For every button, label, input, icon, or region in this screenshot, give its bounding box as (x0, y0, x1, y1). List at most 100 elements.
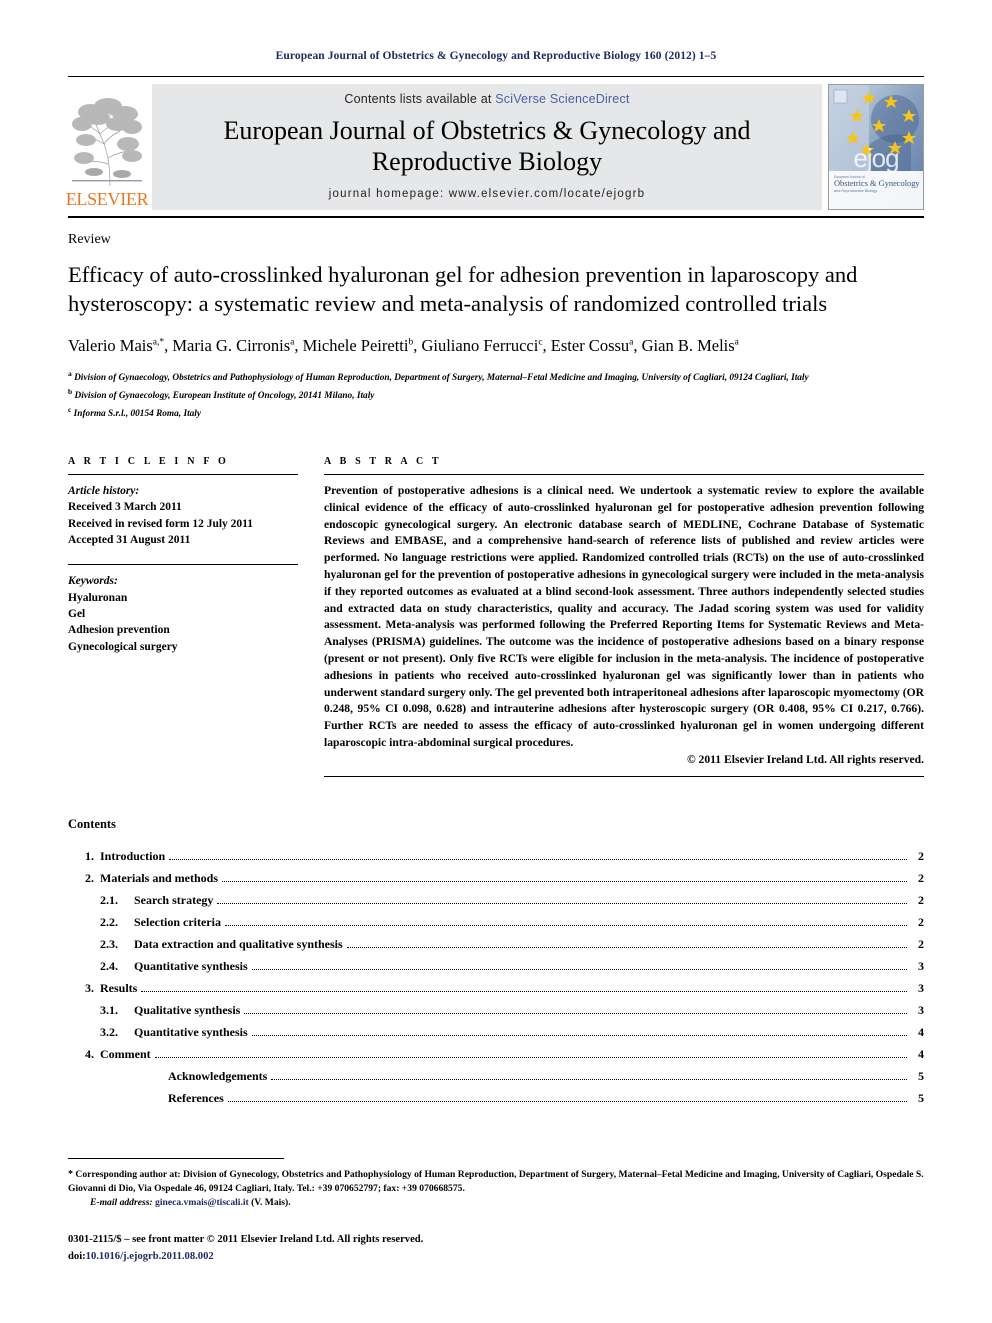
contents-entry-label[interactable]: Comment (100, 1048, 151, 1060)
article-history-entry: Received 3 March 2011 (68, 501, 182, 514)
contents-entry-page: 3 (918, 958, 924, 973)
abstract-copyright: © 2011 Elsevier Ireland Ltd. All rights … (687, 752, 924, 766)
contents-leader-dots (271, 1078, 907, 1080)
contents-leader-dots (222, 880, 907, 882)
article-history-label: Article history: (68, 485, 140, 498)
contents-entry-page: 5 (918, 1090, 924, 1105)
article-info-heading: A R T I C L E I N F O (68, 456, 229, 468)
footnote-text: * Corresponding author at: Division of G… (68, 1168, 924, 1210)
contents-entry[interactable]: 4. Comment 4 (68, 1048, 924, 1062)
title-block: Review Efficacy of auto-crosslinked hyal… (68, 218, 924, 422)
doi-line: doi:10.1016/j.ejogrb.2011.08.002 (68, 1249, 924, 1265)
contents-entry[interactable]: 3. Results 3 (68, 982, 924, 996)
contents-entry-subnumber: 2.2. (100, 914, 118, 929)
contents-entry[interactable]: 1. Introduction 2 (68, 850, 924, 864)
contents-entry-label[interactable]: Data extraction and qualitative synthesi… (134, 938, 343, 950)
keywords-rule (68, 564, 298, 566)
contents-entry-label[interactable]: Qualitative synthesis (134, 1004, 240, 1016)
journal-title: European Journal of Obstetrics & Gynecol… (223, 116, 750, 177)
journal-cover-thumbnail[interactable]: ejog European Journal of Obstetrics & Gy… (828, 84, 924, 210)
email-link[interactable]: gineca.vmais@tiscali.it (155, 1197, 249, 1208)
author-affiliation-marker: b (408, 337, 414, 347)
contents-entry-number: 4. (85, 1046, 94, 1061)
contents-entry[interactable]: 2.3. Data extraction and qualitative synt… (68, 938, 924, 952)
journal-title-line-2: Reproductive Biology (371, 147, 603, 176)
contents-entry-subnumber: 2.4. (100, 958, 118, 973)
article-info-rule (68, 474, 298, 476)
elsevier-logo: ELSEVIER (66, 84, 149, 210)
email-address-label: E-mail address: (90, 1197, 153, 1209)
svg-text:and Reproductive Biology: and Reproductive Biology (834, 189, 877, 193)
contents-entry-label[interactable]: Selection criteria (134, 916, 221, 928)
contents-entry[interactable]: 3.2. Quantitative synthesis 4 (68, 1026, 924, 1040)
sciencedirect-link[interactable]: SciVerse ScienceDirect (495, 92, 629, 106)
keyword-entry: Adhesion prevention (68, 624, 170, 637)
contents-entry[interactable]: 2. Materials and methods 2 (68, 872, 924, 886)
article-history-entry: Received in revised form 12 July 2011 (68, 517, 254, 530)
abstract-column: A B S T R A C T Prevention of postoperat… (324, 456, 924, 777)
contents-entry-label[interactable]: References (134, 1092, 224, 1104)
info-and-abstract: A R T I C L E I N F O Article history: R… (68, 456, 924, 777)
journal-banner: Contents lists available at SciVerse Sci… (152, 84, 822, 210)
contents-entry[interactable]: References 5 (68, 1092, 924, 1106)
contents-entry-label[interactable]: Search strategy (134, 894, 213, 906)
author-name: Michele Peiretti (302, 335, 409, 355)
contents-heading: Contents (68, 816, 116, 831)
contents-entry[interactable]: 2.2. Selection criteria 2 (68, 916, 924, 930)
contents-entry-page: 2 (918, 848, 924, 863)
doi-link[interactable]: 10.1016/j.ejogrb.2011.08.002 (86, 1251, 214, 1262)
contents-entry-label[interactable]: Introduction (100, 850, 165, 862)
journal-title-line-1: European Journal of Obstetrics & Gynecol… (223, 116, 751, 146)
contents-leader-dots (154, 1056, 907, 1058)
svg-text:Obstetrics & Gynecology: Obstetrics & Gynecology (834, 179, 920, 188)
keyword-lines: Hyaluronan Gel Adhesion prevention Gynecolo… (68, 590, 298, 655)
contents-entry-page: 4 (918, 1024, 924, 1039)
contents-entry[interactable]: 3.1. Qualitative synthesis 3 (68, 1004, 924, 1018)
affiliation-text: Division of Gynaecology, European Instit… (72, 391, 375, 402)
affiliation-text: Informa S.r.l., 00154 Roma, Italy (71, 409, 202, 420)
contents-entry-number: 1. (85, 848, 94, 863)
contents-entry-label[interactable]: Quantitative synthesis (134, 960, 248, 972)
contents-entry-label[interactable]: Quantitative synthesis (134, 1026, 248, 1038)
keywords-label: Keywords: (68, 575, 118, 588)
svg-text:ejog: ejog (853, 143, 898, 173)
abstract-top-rule (324, 474, 924, 476)
contents-leader-dots (346, 946, 907, 948)
journal-masthead: ELSEVIER Contents lists available at Sci… (66, 76, 924, 210)
affiliation-list: a Division of Gynaecology, Obstetrics an… (68, 368, 924, 422)
contents-leader-dots (141, 990, 907, 992)
author-affiliation-marker: a,* (152, 337, 165, 347)
footnote-star-marker: * (68, 1168, 73, 1180)
author-name: Giuliano Ferrucci (421, 335, 539, 355)
contents-entry-page: 5 (918, 1068, 924, 1083)
contents-entry-subnumber: 2.3. (100, 936, 118, 951)
running-head: European Journal of Obstetrics & Gynecol… (275, 50, 717, 62)
author-name: Valerio Mais (68, 335, 153, 355)
email-line: E-mail address: gineca.vmais@tiscali.it … (68, 1196, 924, 1210)
contents-leader-dots (217, 902, 907, 904)
contents-entry-subnumber: 3.1. (100, 1002, 118, 1017)
article-history-entry: Accepted 31 August 2011 (68, 534, 191, 547)
contents-entry-label[interactable]: Results (100, 982, 137, 994)
keyword-entry: Hyaluronan (68, 591, 128, 604)
contents-leader-dots (169, 858, 907, 860)
contents-entry[interactable]: Acknowledgements 5 (68, 1070, 924, 1084)
article-history-lines: Received 3 March 2011 Received in revised… (68, 499, 298, 548)
contents-entry-label[interactable]: Acknowledgements (134, 1070, 267, 1082)
contents-entry[interactable]: 2.4. Quantitative synthesis 3 (68, 960, 924, 974)
contents-entry-page: 2 (918, 914, 924, 929)
page-title: Efficacy of auto-crosslinked hyaluronan … (68, 262, 858, 317)
abstract-body: Prevention of postoperative adhesions is… (324, 484, 924, 749)
author-name: Gian B. Melis (641, 335, 735, 355)
affiliation-row: a Division of Gynaecology, Obstetrics an… (68, 368, 924, 386)
contents-list: 1. Introduction 2 2. Materials and methods 2 2… (68, 850, 924, 1106)
contents-entry-subnumber: 3.2. (100, 1024, 118, 1039)
abstract-heading: A B S T R A C T (324, 456, 442, 468)
contents-entry[interactable]: 2.1. Search strategy 2 (68, 894, 924, 908)
contents-section: Contents 1. Introduction 2 2. Materials and … (68, 817, 924, 1106)
author-affiliation-marker: c (538, 337, 543, 347)
contents-entry-label[interactable]: Materials and methods (100, 872, 218, 884)
journal-homepage-link[interactable]: journal homepage: www.elsevier.com/locat… (329, 188, 646, 200)
author-list: Valerio Maisa,*, Maria G. Cirronisa, Mic… (68, 335, 739, 355)
contents-entry-page: 2 (918, 936, 924, 951)
